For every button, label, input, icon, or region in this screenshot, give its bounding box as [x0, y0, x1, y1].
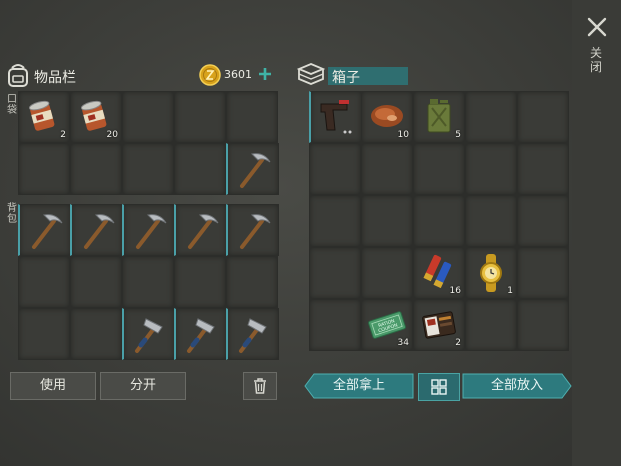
- box-slot[interactable]: [309, 195, 361, 247]
- add-coins-button[interactable]: [257, 66, 273, 82]
- box-slot[interactable]: [361, 143, 413, 195]
- box-slot[interactable]: [309, 91, 362, 143]
- box-slot[interactable]: [517, 195, 569, 247]
- box-slot[interactable]: 16: [413, 247, 465, 299]
- backpack-slot[interactable]: [70, 308, 122, 360]
- backpack-slot[interactable]: [18, 308, 70, 360]
- item-count: 34: [397, 338, 409, 348]
- item-count: 2: [60, 130, 66, 140]
- box-slot[interactable]: [517, 247, 569, 299]
- pocket-slot[interactable]: 2: [18, 91, 70, 143]
- item-count: 1: [507, 286, 513, 296]
- box-slot[interactable]: [517, 299, 569, 351]
- trash-icon: [254, 378, 266, 394]
- pocket-slot[interactable]: [226, 91, 278, 143]
- pocket-slot[interactable]: [174, 91, 226, 143]
- plus-icon: [259, 68, 271, 80]
- inventory-title: 物品栏: [34, 70, 76, 86]
- box-slot[interactable]: [309, 247, 361, 299]
- box-slot[interactable]: [517, 143, 569, 195]
- box-slot[interactable]: [465, 299, 517, 351]
- item-count: 16: [449, 286, 461, 296]
- box-slot[interactable]: 2: [413, 299, 465, 351]
- backpack-slot[interactable]: [70, 204, 123, 256]
- pocket-slot[interactable]: [122, 143, 174, 195]
- box-slot[interactable]: [361, 195, 413, 247]
- backpack-slot[interactable]: [122, 308, 175, 360]
- box-slot[interactable]: [465, 195, 517, 247]
- box-title: 箱子: [332, 70, 360, 86]
- item-count: 2: [455, 338, 461, 348]
- box-slot[interactable]: [465, 143, 517, 195]
- trash-button[interactable]: [243, 372, 277, 400]
- backpack-slot[interactable]: [226, 256, 278, 308]
- take-all-button[interactable]: 全部拿上: [304, 373, 414, 399]
- item-count: 10: [397, 130, 409, 140]
- close-icon: [587, 17, 607, 37]
- backpack-slot[interactable]: [174, 308, 227, 360]
- grid-sort-icon: [431, 379, 447, 395]
- take-all-label: 全部拿上: [332, 378, 385, 393]
- coin-count: 3601: [224, 68, 252, 81]
- backpack-slot[interactable]: [226, 204, 279, 256]
- pocket-slot[interactable]: [122, 91, 174, 143]
- box-slot[interactable]: [517, 91, 569, 143]
- box-slot[interactable]: [465, 91, 517, 143]
- backpack-slot[interactable]: [174, 256, 226, 308]
- pocket-slot[interactable]: [226, 143, 279, 195]
- box-slot[interactable]: [361, 247, 413, 299]
- sort-button[interactable]: [418, 373, 460, 401]
- use-button[interactable]: 使用: [10, 372, 96, 400]
- coin-icon: [199, 64, 221, 86]
- close-button[interactable]: [586, 16, 608, 38]
- box-slot[interactable]: [309, 299, 361, 351]
- box-slot[interactable]: RATION COUPON 34: [361, 299, 413, 351]
- split-button[interactable]: 分开: [100, 372, 186, 400]
- box-icon: [296, 62, 326, 86]
- box-slot[interactable]: [309, 143, 361, 195]
- box-slot[interactable]: [413, 143, 465, 195]
- backpack-slot[interactable]: [122, 256, 174, 308]
- backpack-slot[interactable]: [226, 308, 279, 360]
- backpack-slot[interactable]: [174, 204, 227, 256]
- backpack-slot[interactable]: [122, 204, 175, 256]
- box-slot[interactable]: 1: [465, 247, 517, 299]
- item-count: 20: [106, 130, 118, 140]
- box-slot[interactable]: [413, 195, 465, 247]
- pocket-slot[interactable]: [70, 143, 122, 195]
- close-label[interactable]: 关闭: [590, 46, 604, 74]
- pocket-slot[interactable]: 20: [70, 91, 122, 143]
- pocket-slot[interactable]: [18, 143, 70, 195]
- backpack-slot[interactable]: [18, 204, 71, 256]
- box-slot[interactable]: 5: [413, 91, 465, 143]
- backpack-slot[interactable]: [18, 256, 70, 308]
- box-title-bar[interactable]: 箱子: [328, 67, 408, 86]
- backpack-slot[interactable]: [70, 256, 122, 308]
- item-count: 5: [455, 130, 461, 140]
- backpack-icon: [6, 62, 30, 88]
- box-slot[interactable]: 10: [361, 91, 413, 143]
- pocket-slot[interactable]: [174, 143, 226, 195]
- put-all-label: 全部放入: [490, 378, 543, 393]
- put-all-button[interactable]: 全部放入: [462, 373, 572, 399]
